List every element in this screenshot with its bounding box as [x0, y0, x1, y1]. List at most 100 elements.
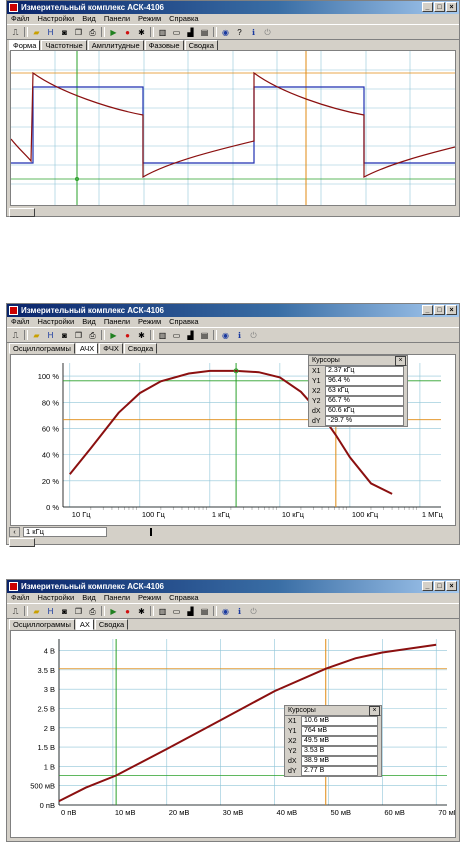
y-tick-label: 500 мВ — [30, 782, 55, 791]
open-icon[interactable]: ▰ — [31, 330, 42, 341]
scroll-thumb[interactable] — [9, 537, 35, 547]
menu-panels[interactable]: Панели — [104, 14, 130, 24]
menu-settings[interactable]: Настройки — [37, 593, 74, 603]
minimize-button[interactable]: _ — [422, 2, 433, 12]
maximize-button[interactable]: □ — [434, 581, 445, 591]
chart-icon[interactable]: ▟ — [185, 330, 196, 341]
stop-icon[interactable]: ● — [122, 27, 133, 38]
tab-ac[interactable]: АХ — [75, 619, 94, 630]
run-icon[interactable]: ✱ — [136, 330, 147, 341]
close-button[interactable]: × — [446, 305, 457, 315]
frequency-input[interactable]: 1 кГц — [23, 527, 107, 537]
cursors-panel: Курсоры × X1 10.6 мВ Y1 764 мВ X2 49.5 мВ Y2… — [284, 705, 382, 777]
generator-icon[interactable]: ⎍ — [10, 606, 21, 617]
menu-view[interactable]: Вид — [82, 593, 96, 603]
scroll-thumb[interactable] — [9, 207, 35, 217]
run-icon[interactable]: ✱ — [136, 606, 147, 617]
save-icon[interactable]: H — [45, 606, 56, 617]
menu-help[interactable]: Справка — [169, 593, 198, 603]
generator-icon[interactable]: ⎍ — [10, 330, 21, 341]
print-preview-icon[interactable]: ◙ — [59, 606, 70, 617]
table-icon[interactable]: ▤ — [199, 606, 210, 617]
menu-file[interactable]: Файл — [11, 14, 29, 24]
start-icon[interactable]: ▶ — [108, 330, 119, 341]
tab-pfc[interactable]: ФЧХ — [99, 343, 123, 354]
close-button[interactable]: × — [446, 581, 457, 591]
menu-view[interactable]: Вид — [82, 14, 96, 24]
tab-oscillograms[interactable]: Осциллограммы — [9, 343, 75, 354]
copy-icon[interactable]: ❐ — [73, 27, 84, 38]
tab-summary[interactable]: Сводка — [123, 343, 158, 354]
start-icon[interactable]: ▶ — [108, 27, 119, 38]
power-icon[interactable]: ⏻ — [248, 330, 259, 341]
info-icon[interactable]: ℹ — [248, 27, 259, 38]
power-icon[interactable]: ⏻ — [248, 606, 259, 617]
generator-icon[interactable]: ⎍ — [10, 27, 21, 38]
maximize-button[interactable]: □ — [434, 305, 445, 315]
info-icon[interactable]: ℹ — [234, 606, 245, 617]
table-icon[interactable]: ▤ — [199, 27, 210, 38]
copy-icon[interactable]: ❐ — [73, 606, 84, 617]
stop-icon[interactable]: ● — [122, 606, 133, 617]
menu-file[interactable]: Файл — [11, 317, 29, 327]
print-icon[interactable]: ⎙ — [87, 27, 98, 38]
menu-file[interactable]: Файл — [11, 593, 29, 603]
toolbar-separator — [101, 606, 105, 616]
help-pointer-icon[interactable]: ? — [234, 27, 245, 38]
book-icon[interactable]: ▥ — [157, 27, 168, 38]
close-icon[interactable]: × — [395, 356, 406, 366]
comment-icon[interactable]: ▭ — [171, 330, 182, 341]
close-icon[interactable]: × — [369, 706, 380, 716]
menu-mode[interactable]: Режим — [138, 14, 161, 24]
chart-icon[interactable]: ▟ — [185, 606, 196, 617]
print-icon[interactable]: ⎙ — [87, 330, 98, 341]
comment-icon[interactable]: ▭ — [171, 27, 182, 38]
ac-plot[interactable]: 0 пВ 500 мВ 1 В 1.5 В 2 В 2.5 В 3 В 3.5 В 4 В 0 п… — [10, 630, 456, 838]
toolbar-separator — [101, 330, 105, 340]
book-icon[interactable]: ▥ — [157, 330, 168, 341]
menu-settings[interactable]: Настройки — [37, 14, 74, 24]
open-icon[interactable]: ▰ — [31, 27, 42, 38]
menu-panels[interactable]: Панели — [104, 593, 130, 603]
scrollbar[interactable] — [9, 207, 457, 217]
print-preview-icon[interactable]: ◙ — [59, 27, 70, 38]
power-icon[interactable]: ⏻ — [262, 27, 273, 38]
run-icon[interactable]: ✱ — [136, 27, 147, 38]
comment-icon[interactable]: ▭ — [171, 606, 182, 617]
save-icon[interactable]: H — [45, 330, 56, 341]
y-tick-label: 3.5 В — [37, 666, 55, 675]
menu-mode[interactable]: Режим — [138, 317, 161, 327]
print-preview-icon[interactable]: ◙ — [59, 330, 70, 341]
menu-help[interactable]: Справка — [169, 14, 198, 24]
info-icon[interactable]: ℹ — [234, 330, 245, 341]
minimize-button[interactable]: _ — [422, 305, 433, 315]
stop-icon[interactable]: ● — [122, 330, 133, 341]
open-icon[interactable]: ▰ — [31, 606, 42, 617]
menu-mode[interactable]: Режим — [138, 593, 161, 603]
maximize-button[interactable]: □ — [434, 2, 445, 12]
tab-afc[interactable]: АЧХ — [75, 343, 99, 354]
table-icon[interactable]: ▤ — [199, 330, 210, 341]
copy-icon[interactable]: ❐ — [73, 330, 84, 341]
menu-settings[interactable]: Настройки — [37, 317, 74, 327]
x-tick-label: 10 Гц — [72, 510, 91, 519]
menu-panels[interactable]: Панели — [104, 317, 130, 327]
frequency-slider-mark[interactable] — [150, 528, 152, 536]
eye-icon[interactable]: ◉ — [220, 606, 231, 617]
eye-icon[interactable]: ◉ — [220, 27, 231, 38]
minimize-button[interactable]: _ — [422, 581, 433, 591]
menu-help[interactable]: Справка — [169, 317, 198, 327]
print-icon[interactable]: ⎙ — [87, 606, 98, 617]
book-icon[interactable]: ▥ — [157, 606, 168, 617]
save-icon[interactable]: H — [45, 27, 56, 38]
chart-icon[interactable]: ▟ — [185, 27, 196, 38]
eye-icon[interactable]: ◉ — [220, 330, 231, 341]
oscillogram-plot[interactable] — [10, 50, 456, 206]
close-button[interactable]: × — [446, 2, 457, 12]
start-icon[interactable]: ▶ — [108, 606, 119, 617]
tab-oscillograms[interactable]: Осциллограммы — [9, 619, 75, 630]
tab-summary[interactable]: Сводка — [94, 619, 129, 630]
scrollbar[interactable] — [9, 537, 457, 547]
scroll-left-icon[interactable]: ‹ — [9, 527, 20, 537]
menu-view[interactable]: Вид — [82, 317, 96, 327]
